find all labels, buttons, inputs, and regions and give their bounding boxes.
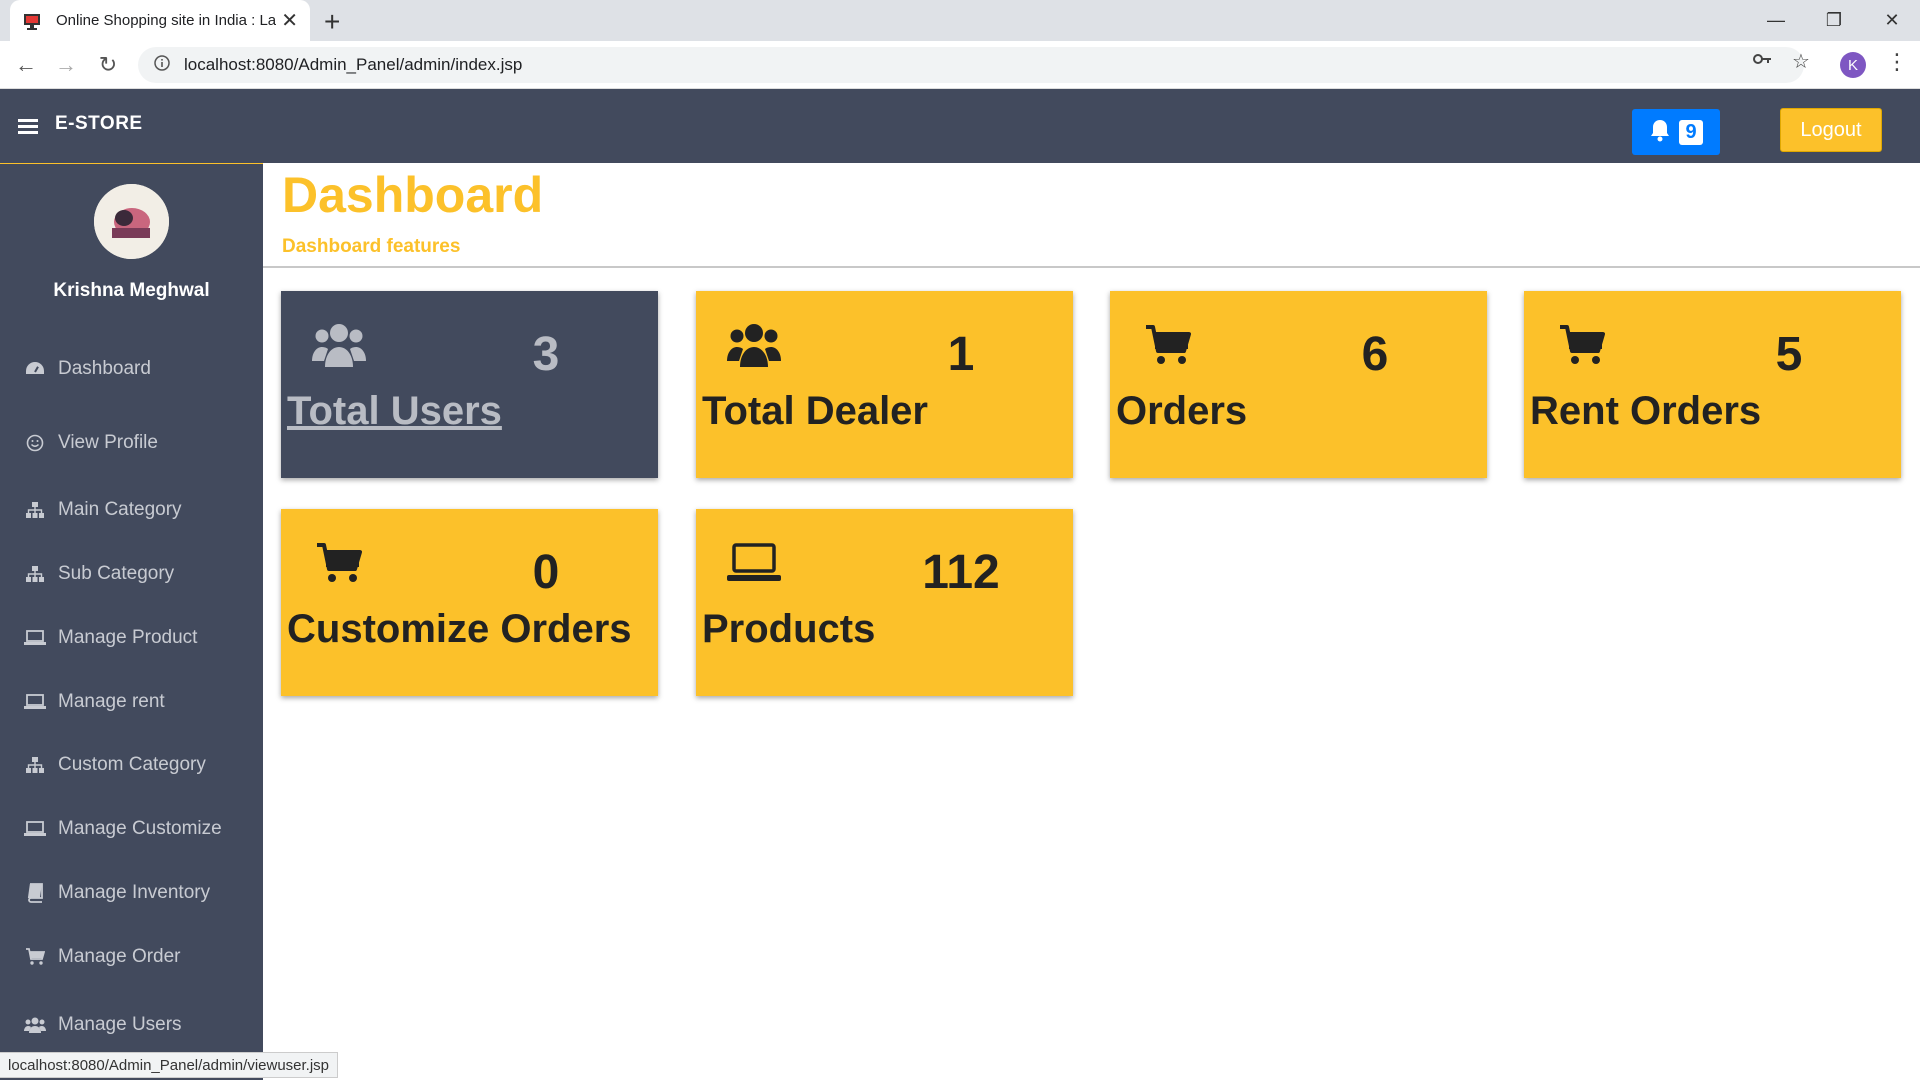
card-label: Total Dealer [702,389,928,433]
logout-button[interactable]: Logout [1780,108,1882,152]
card-value: 112 [922,546,1000,599]
back-icon[interactable]: ← [12,51,40,79]
sidebar-item-manage-inventory[interactable]: Manage Inventory [24,882,210,904]
sidebar-item-label: Custom Category [58,754,206,775]
users-icon [311,319,367,371]
sidebar-item-dashboard[interactable]: Dashboard [24,358,151,380]
url-input[interactable]: localhost:8080/Admin_Panel/admin/index.j… [138,47,1804,83]
close-window-icon[interactable]: ✕ [1864,0,1920,41]
sidebar-item-label: Manage Customize [58,818,222,839]
profile-avatar[interactable] [94,184,169,259]
notification-count-badge: 9 [1679,119,1703,145]
card-label: Products [702,607,876,651]
sidebar-item-label: Manage Product [58,627,198,648]
sidebar-item-manage-order[interactable]: Manage Order [24,946,181,968]
card-value: 0 [532,546,560,599]
users-icon [24,1014,46,1036]
laptop-icon [24,627,46,649]
card-label: Rent Orders [1530,389,1762,433]
browser-profile-avatar[interactable]: K [1840,52,1866,78]
card-label: Orders [1116,389,1248,433]
sitemap-icon [24,563,46,585]
divider [263,266,1920,268]
notifications-button[interactable]: 9 [1632,109,1720,155]
forward-icon[interactable]: → [52,51,80,79]
sidebar-item-label: View Profile [58,432,158,453]
browser-menu-icon[interactable]: ⋮ [1886,49,1908,75]
laptop-icon [24,691,46,713]
orders-card[interactable]: 6 Orders [1110,291,1487,478]
info-icon[interactable] [154,54,170,76]
minimize-icon[interactable]: — [1748,0,1804,41]
users-icon [726,319,782,371]
laptop-icon [24,818,46,840]
app-header: E-STORE 9 Logout [0,89,1920,163]
sidebar-item-manage-product[interactable]: Manage Product [24,627,197,649]
page-title: Dashboard [282,167,544,223]
laptop-icon [726,537,782,589]
cart-icon [1554,319,1610,371]
customize-orders-card[interactable]: 0 Customize Orders [281,509,658,696]
browser-tab[interactable]: Online Shopping site in India : La ✕ [10,0,310,41]
brand-logo[interactable]: E-STORE [55,113,143,135]
profile-name: Krishna Meghwal [53,280,210,301]
sidebar-item-label: Manage Inventory [58,882,211,903]
star-icon[interactable]: ☆ [1792,49,1810,74]
smile-icon [24,432,46,454]
close-tab-icon[interactable]: ✕ [281,8,298,33]
reload-icon[interactable]: ↻ [94,51,122,79]
cart-icon [1140,319,1196,371]
sidebar-item-label: Manage Order [58,946,181,967]
sidebar-item-manage-users[interactable]: Manage Users [24,1014,182,1036]
sidebar-item-label: Manage Users [58,1014,182,1035]
sitemap-icon [24,499,46,521]
browser-status-bar: localhost:8080/Admin_Panel/admin/viewuse… [0,1052,339,1078]
sidebar: Krishna Meghwal Dashboard View Profile M… [0,163,263,1080]
card-value: 1 [947,328,975,381]
menu-toggle-icon[interactable] [18,119,38,137]
sidebar-item-sub-category[interactable]: Sub Category [24,563,174,585]
card-value: 3 [532,328,560,381]
sidebar-item-label: Manage rent [58,691,165,712]
address-bar: ← → ↻ localhost:8080/Admin_Panel/admin/i… [0,41,1920,89]
tachometer-icon [24,358,46,380]
sidebar-item-label: Sub Category [58,563,175,584]
rent-orders-card[interactable]: 5 Rent Orders [1524,291,1901,478]
sidebar-item-label: Main Category [58,499,182,520]
cart-icon [24,946,46,968]
card-label-link[interactable]: Total Users [287,389,502,434]
browser-tab-bar: Online Shopping site in India : La ✕ + —… [0,0,1920,41]
sidebar-item-label: Dashboard [58,358,151,379]
cart-icon [311,537,367,589]
sidebar-item-view-profile[interactable]: View Profile [24,432,158,454]
tab-title: Online Shopping site in India : La [56,12,276,29]
page-subtitle: Dashboard features [282,236,461,257]
book-icon [24,882,46,904]
url-text: localhost:8080/Admin_Panel/admin/index.j… [184,55,523,74]
products-card[interactable]: 112 Products [696,509,1073,696]
store-favicon-icon [22,11,42,31]
restore-icon[interactable]: ❐ [1806,0,1862,41]
sidebar-item-manage-rent[interactable]: Manage rent [24,691,165,713]
card-label: Customize Orders [287,607,632,651]
sidebar-item-custom-category[interactable]: Custom Category [24,754,206,776]
new-tab-icon[interactable]: + [324,6,340,38]
sitemap-icon [24,754,46,776]
sidebar-item-main-category[interactable]: Main Category [24,499,182,521]
bell-icon [1649,118,1671,147]
total-dealer-card[interactable]: 1 Total Dealer [696,291,1073,478]
card-value: 6 [1361,328,1389,381]
key-icon[interactable] [1752,49,1772,75]
card-value: 5 [1775,328,1803,381]
sidebar-item-manage-customize[interactable]: Manage Customize [24,818,222,840]
total-users-card[interactable]: 3 Total Users [281,291,658,478]
